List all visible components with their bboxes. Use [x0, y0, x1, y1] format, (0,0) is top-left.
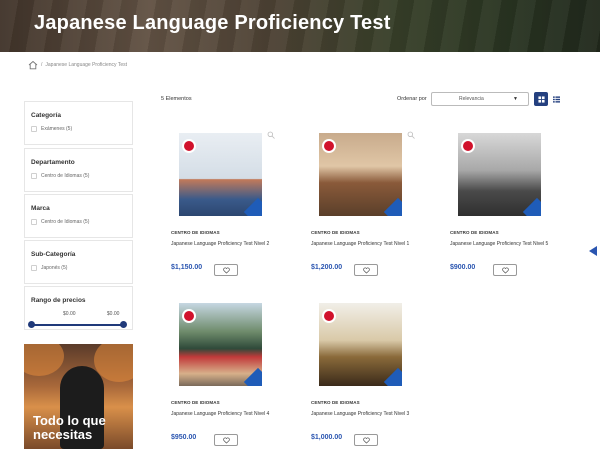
- list-view-icon: [552, 95, 560, 103]
- sort-select[interactable]: Relevancia ▼: [431, 92, 529, 106]
- product-card[interactable]: CENTRO DE IDIOMAS Japanese Language Prof…: [171, 131, 283, 283]
- breadcrumb-current[interactable]: Japanese Language Proficiency Test: [45, 62, 127, 68]
- filter-price-range: Rango de precios $0.00 $0.00: [24, 286, 133, 330]
- filter-option-label: Exámenes (5): [41, 126, 73, 132]
- flag-icon: [182, 139, 196, 153]
- grid-view-button[interactable]: [534, 92, 548, 106]
- zoom-icon[interactable]: [407, 131, 415, 139]
- sort-label: Ordenar por: [397, 96, 427, 102]
- checkbox[interactable]: [31, 265, 37, 271]
- filter-subcategoria: Sub-Categoría Japonés (5): [24, 240, 133, 284]
- price-max: $0.00: [106, 311, 120, 317]
- price-min: $0.00: [63, 311, 76, 317]
- heart-icon: [362, 267, 370, 274]
- product-card[interactable]: CENTRO DE IDIOMAS Japanese Language Prof…: [450, 133, 562, 283]
- heart-icon: [501, 267, 509, 274]
- product-brand: CENTRO DE IDIOMAS: [311, 400, 360, 405]
- filter-option[interactable]: Centro de Idiomas (5): [31, 173, 89, 179]
- product-brand: CENTRO DE IDIOMAS: [450, 230, 499, 235]
- flag-icon: [322, 139, 336, 153]
- product-brand: CENTRO DE IDIOMAS: [171, 230, 220, 235]
- product-image[interactable]: [179, 303, 262, 386]
- filter-option[interactable]: Japonés (5): [31, 265, 67, 271]
- wishlist-button[interactable]: [354, 434, 378, 446]
- product-name[interactable]: Japanese Language Proficiency Test Nivel…: [171, 411, 269, 417]
- home-icon[interactable]: [28, 60, 38, 70]
- filter-option-label: Japonés (5): [41, 265, 68, 271]
- filter-option-label: Centro de Idiomas (5): [41, 219, 90, 225]
- filter-marca: Marca Centro de Idiomas (5): [24, 194, 133, 238]
- filter-title: Rango de precios: [31, 297, 86, 304]
- page-title: Japanese Language Proficiency Test: [34, 12, 391, 34]
- price-values: $0.00 $0.00: [63, 311, 119, 317]
- product-price: $1,150.00: [171, 264, 203, 271]
- corner-badge: [243, 197, 262, 216]
- filter-option[interactable]: Centro de Idiomas (5): [31, 219, 89, 225]
- product-brand: CENTRO DE IDIOMAS: [171, 400, 220, 405]
- product-price: $1,200.00: [311, 264, 343, 271]
- product-image[interactable]: [319, 133, 402, 216]
- heart-icon: [222, 267, 230, 274]
- product-price: $950.00: [171, 434, 197, 441]
- filter-option[interactable]: Exámenes (5): [31, 126, 72, 132]
- chevron-down-icon: ▼: [513, 96, 518, 102]
- grid-view-icon: [537, 95, 545, 103]
- filter-categoria: Categoría Exámenes (5): [24, 101, 133, 145]
- product-name[interactable]: Japanese Language Proficiency Test Nivel…: [311, 411, 409, 417]
- wishlist-button[interactable]: [493, 264, 517, 276]
- price-slider-max-handle[interactable]: [120, 321, 127, 328]
- list-view-button[interactable]: [550, 93, 562, 105]
- product-image[interactable]: [179, 133, 262, 216]
- promo-banner[interactable]: Todo lo que necesitas: [24, 344, 133, 449]
- heart-icon: [362, 437, 370, 444]
- product-card[interactable]: CENTRO DE IDIOMAS Japanese Language Prof…: [171, 303, 283, 453]
- product-price: $900.00: [450, 264, 476, 271]
- corner-badge: [383, 197, 402, 216]
- hero-banner: Japanese Language Proficiency Test: [0, 0, 600, 52]
- filter-departamento: Departamento Centro de Idiomas (5): [24, 148, 133, 192]
- flag-icon: [461, 139, 475, 153]
- results-count: 5 Elementos: [161, 96, 192, 102]
- flag-icon: [322, 309, 336, 323]
- filter-title: Departamento: [31, 159, 75, 166]
- promo-text: Todo lo que necesitas: [33, 413, 106, 442]
- checkbox[interactable]: [31, 219, 37, 225]
- product-image[interactable]: [458, 133, 541, 216]
- promo-foliage: [24, 344, 64, 376]
- checkbox[interactable]: [31, 126, 37, 132]
- flag-icon: [182, 309, 196, 323]
- filter-option-label: Centro de Idiomas (5): [41, 173, 90, 179]
- filter-title: Sub-Categoría: [31, 251, 76, 258]
- price-slider-min-handle[interactable]: [28, 321, 35, 328]
- wishlist-button[interactable]: [214, 434, 238, 446]
- wishlist-button[interactable]: [214, 264, 238, 276]
- checkbox[interactable]: [31, 173, 37, 179]
- heart-icon: [222, 437, 230, 444]
- sort-value: Relevancia: [459, 96, 484, 102]
- product-card[interactable]: CENTRO DE IDIOMAS Japanese Language Prof…: [311, 303, 423, 453]
- product-name[interactable]: Japanese Language Proficiency Test Nivel…: [311, 241, 409, 247]
- product-name[interactable]: Japanese Language Proficiency Test Nivel…: [171, 241, 269, 247]
- product-image[interactable]: [319, 303, 402, 386]
- zoom-icon[interactable]: [267, 131, 275, 139]
- corner-badge: [243, 367, 262, 386]
- corner-badge: [383, 367, 402, 386]
- filter-title: Categoría: [31, 112, 61, 119]
- breadcrumb: / Japanese Language Proficiency Test: [28, 60, 127, 70]
- chevron-left-icon[interactable]: [586, 244, 600, 258]
- wishlist-button[interactable]: [354, 264, 378, 276]
- breadcrumb-separator: /: [41, 62, 43, 68]
- price-slider-track[interactable]: [31, 324, 124, 326]
- product-name[interactable]: Japanese Language Proficiency Test Nivel…: [450, 241, 548, 247]
- corner-badge: [522, 197, 541, 216]
- product-price: $1,000.00: [311, 434, 343, 441]
- filter-title: Marca: [31, 205, 50, 212]
- product-card[interactable]: CENTRO DE IDIOMAS Japanese Language Prof…: [311, 131, 423, 283]
- product-brand: CENTRO DE IDIOMAS: [311, 230, 360, 235]
